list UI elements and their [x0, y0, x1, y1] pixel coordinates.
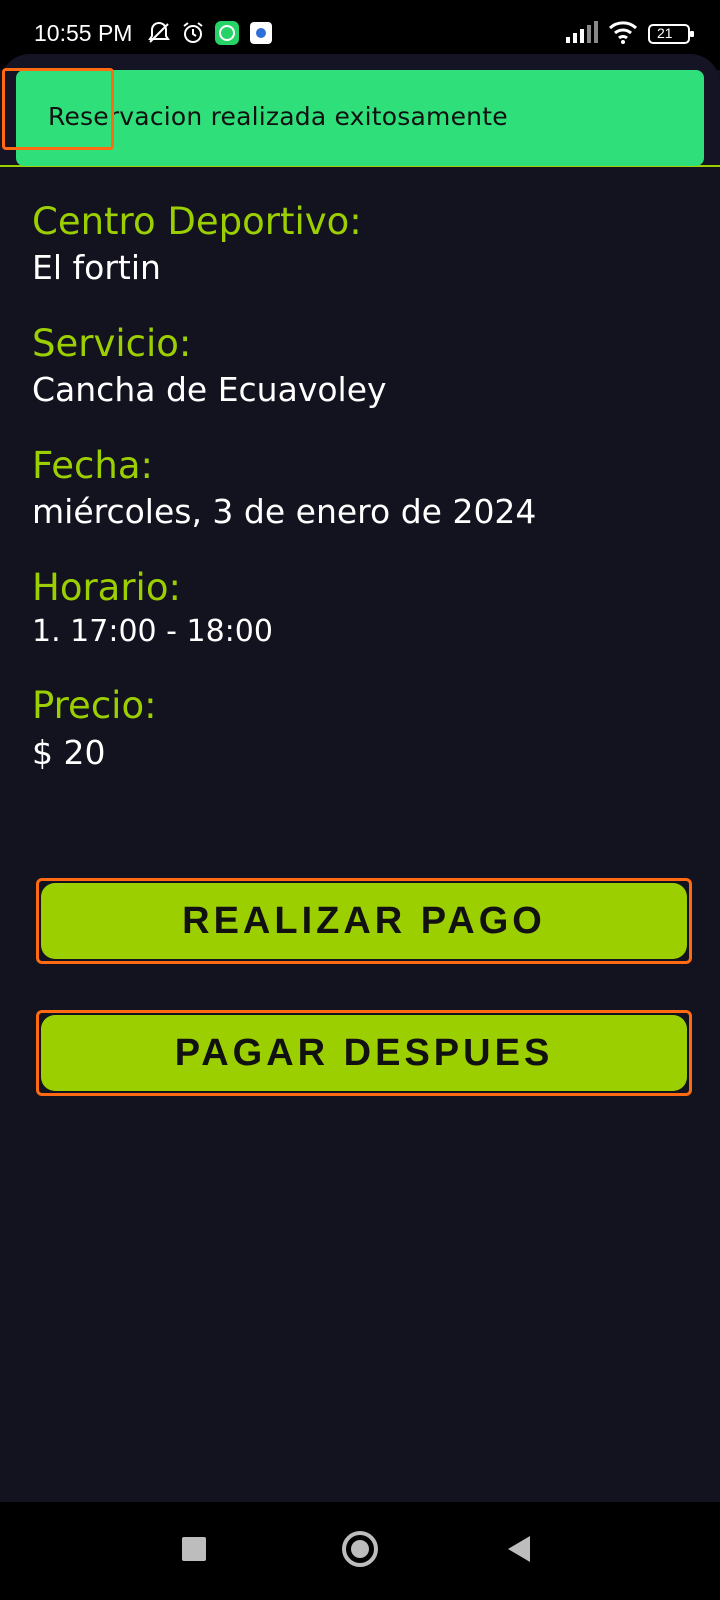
make-payment-label: REALIZAR PAGO	[41, 883, 687, 959]
time-value: 1. 17:00 - 18:00	[32, 614, 273, 650]
field-service: Servicio: Cancha de Ecuavoley	[32, 322, 692, 410]
pay-later-label: PAGAR DESPUES	[41, 1015, 687, 1091]
screen: 10:55 PM 21 Reservacion realizada exitos…	[0, 0, 720, 1600]
battery-level: 21	[657, 25, 673, 41]
center-value: El fortin	[32, 248, 161, 288]
back-icon[interactable]	[508, 1536, 530, 1562]
whatsapp-icon	[214, 20, 240, 46]
signal-icon	[566, 21, 598, 47]
field-center: Centro Deportivo: El fortin	[32, 200, 692, 288]
date-label: Fecha:	[32, 443, 153, 487]
status-icons-right: 21	[566, 20, 696, 48]
reservation-details: Centro Deportivo: El fortin Servicio: Ca…	[32, 200, 692, 806]
status-time: 10:55 PM	[34, 20, 133, 46]
make-payment-button[interactable]: REALIZAR PAGO	[36, 878, 692, 964]
field-price: Precio: $ 20	[32, 684, 692, 772]
field-time: Horario: 1. 17:00 - 18:00	[32, 566, 692, 650]
pay-later-button[interactable]: PAGAR DESPUES	[36, 1010, 692, 1096]
price-label: Precio:	[32, 684, 157, 728]
alarm-icon	[180, 20, 206, 46]
muted-bell-icon	[146, 20, 172, 46]
center-label: Centro Deportivo:	[32, 200, 362, 243]
service-value: Cancha de Ecuavoley	[32, 370, 387, 410]
date-value: miércoles, 3 de enero de 2024	[32, 492, 537, 532]
time-label: Horario:	[32, 565, 181, 609]
battery-icon: 21	[648, 22, 696, 46]
snackbar-message: Reservacion realizada exitosamente	[48, 102, 508, 131]
field-date: Fecha: miércoles, 3 de enero de 2024	[32, 444, 692, 532]
app-icon	[248, 20, 274, 46]
price-value: $ 20	[32, 732, 106, 772]
service-label: Servicio:	[32, 321, 192, 365]
recent-apps-icon[interactable]	[182, 1537, 206, 1561]
wifi-icon	[608, 20, 638, 48]
home-icon[interactable]	[342, 1531, 378, 1567]
status-icons-left	[146, 20, 274, 46]
